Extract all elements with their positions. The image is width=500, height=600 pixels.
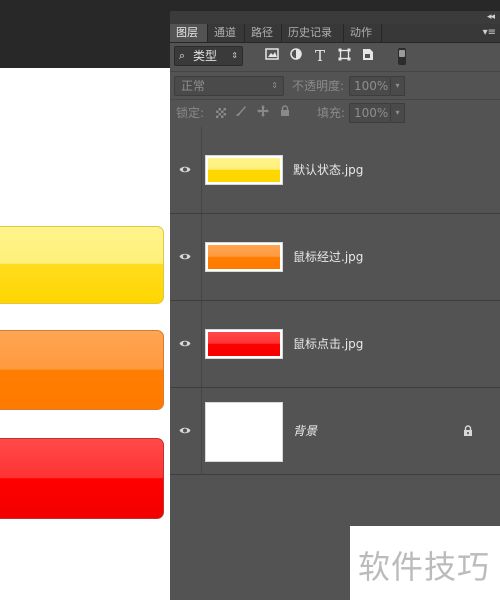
lock-fill-row: 锁定: 填充: 100% ▾ [170,99,500,128]
shape-filter-icon[interactable] [336,48,352,64]
layer-name[interactable]: 鼠标经过.jpg [293,248,363,266]
fill-label: 填充: [317,106,346,120]
tab-history[interactable]: 历史记录 [282,24,344,42]
layer-name[interactable]: 默认状态.jpg [293,161,363,179]
layer-row-pressed-state[interactable]: 鼠标点击.jpg [170,301,500,388]
lock-icon [464,425,472,436]
blend-mode-row: 正常 ⇕ 不透明度: 100% ▾ [170,71,500,99]
updown-arrow-icon: ⇕ [231,51,238,60]
panel-menu-icon[interactable]: ▾≡ [483,24,496,42]
tab-layers[interactable]: 图层 [170,24,208,42]
tab-actions[interactable]: 动作 [344,24,382,42]
layer-visibility-column [170,214,202,300]
layer-thumbnail [205,329,283,359]
fill-input[interactable]: 100% [349,103,391,123]
layer-thumbnail [205,242,283,272]
lock-position-icon[interactable] [255,104,271,122]
lock-label: 锁定: [176,106,205,120]
layers-panel: ◂◂ 图层 通道 路径 历史记录 动作 ▾≡ ⌕ 类型 ⇕ T 正常 ⇕ 不透明… [170,11,500,600]
eye-icon[interactable] [179,339,191,348]
layer-visibility-column [170,127,202,213]
filter-toggle-switch[interactable] [398,48,406,65]
layer-filter-row: ⌕ 类型 ⇕ T [170,43,500,70]
blend-mode-value: 正常 [181,79,206,93]
eye-icon[interactable] [179,426,191,435]
smart-object-filter-icon[interactable] [360,48,376,64]
layer-row-hover-state[interactable]: 鼠标经过.jpg [170,214,500,301]
layer-thumbnail [205,155,283,185]
adjustment-filter-icon[interactable] [288,48,304,64]
hover-state-button-graphic [0,330,164,410]
layer-name[interactable]: 背景 [293,422,317,440]
eye-icon[interactable] [179,165,191,174]
image-filter-icon[interactable] [264,48,280,64]
filter-kind-select[interactable]: ⌕ 类型 ⇕ [174,46,243,66]
tab-channels[interactable]: 通道 [208,24,245,42]
panel-tabs: 图层 通道 路径 历史记录 动作 ▾≡ [170,24,500,43]
panel-collapse-bar: ◂◂ [170,11,500,24]
tab-paths[interactable]: 路径 [245,24,282,42]
search-icon: ⌕ [179,49,186,62]
document-canvas-area [0,0,170,600]
lock-transparent-pixels-icon[interactable] [216,108,226,118]
opacity-label: 不透明度: [292,79,345,93]
updown-arrow-icon: ⇕ [271,81,278,90]
collapse-panel-icon[interactable]: ◂◂ [487,11,495,24]
fill-dropdown-arrow-icon[interactable]: ▾ [391,103,405,123]
layer-row-default-state[interactable]: 默认状态.jpg [170,127,500,214]
layer-name[interactable]: 鼠标点击.jpg [293,335,363,353]
layer-thumbnail [205,402,283,462]
type-filter-icon[interactable]: T [312,48,328,64]
watermark-text: 软件技巧 [358,548,491,586]
lock-image-pixels-icon[interactable] [233,104,249,122]
layer-row-background[interactable]: 背景 [170,388,500,475]
pressed-state-button-graphic [0,438,164,519]
blend-mode-select[interactable]: 正常 ⇕ [174,76,284,96]
opacity-input[interactable]: 100% [349,76,391,96]
watermark: 软件技巧 [350,526,500,600]
eye-icon[interactable] [179,252,191,261]
default-state-button-graphic [0,226,164,304]
lock-all-icon[interactable] [277,104,293,122]
layer-visibility-column [170,388,202,474]
filter-kind-label: 类型 [193,49,218,63]
canvas-top-strip [0,0,170,68]
opacity-dropdown-arrow-icon[interactable]: ▾ [391,76,405,96]
layer-visibility-column [170,301,202,387]
